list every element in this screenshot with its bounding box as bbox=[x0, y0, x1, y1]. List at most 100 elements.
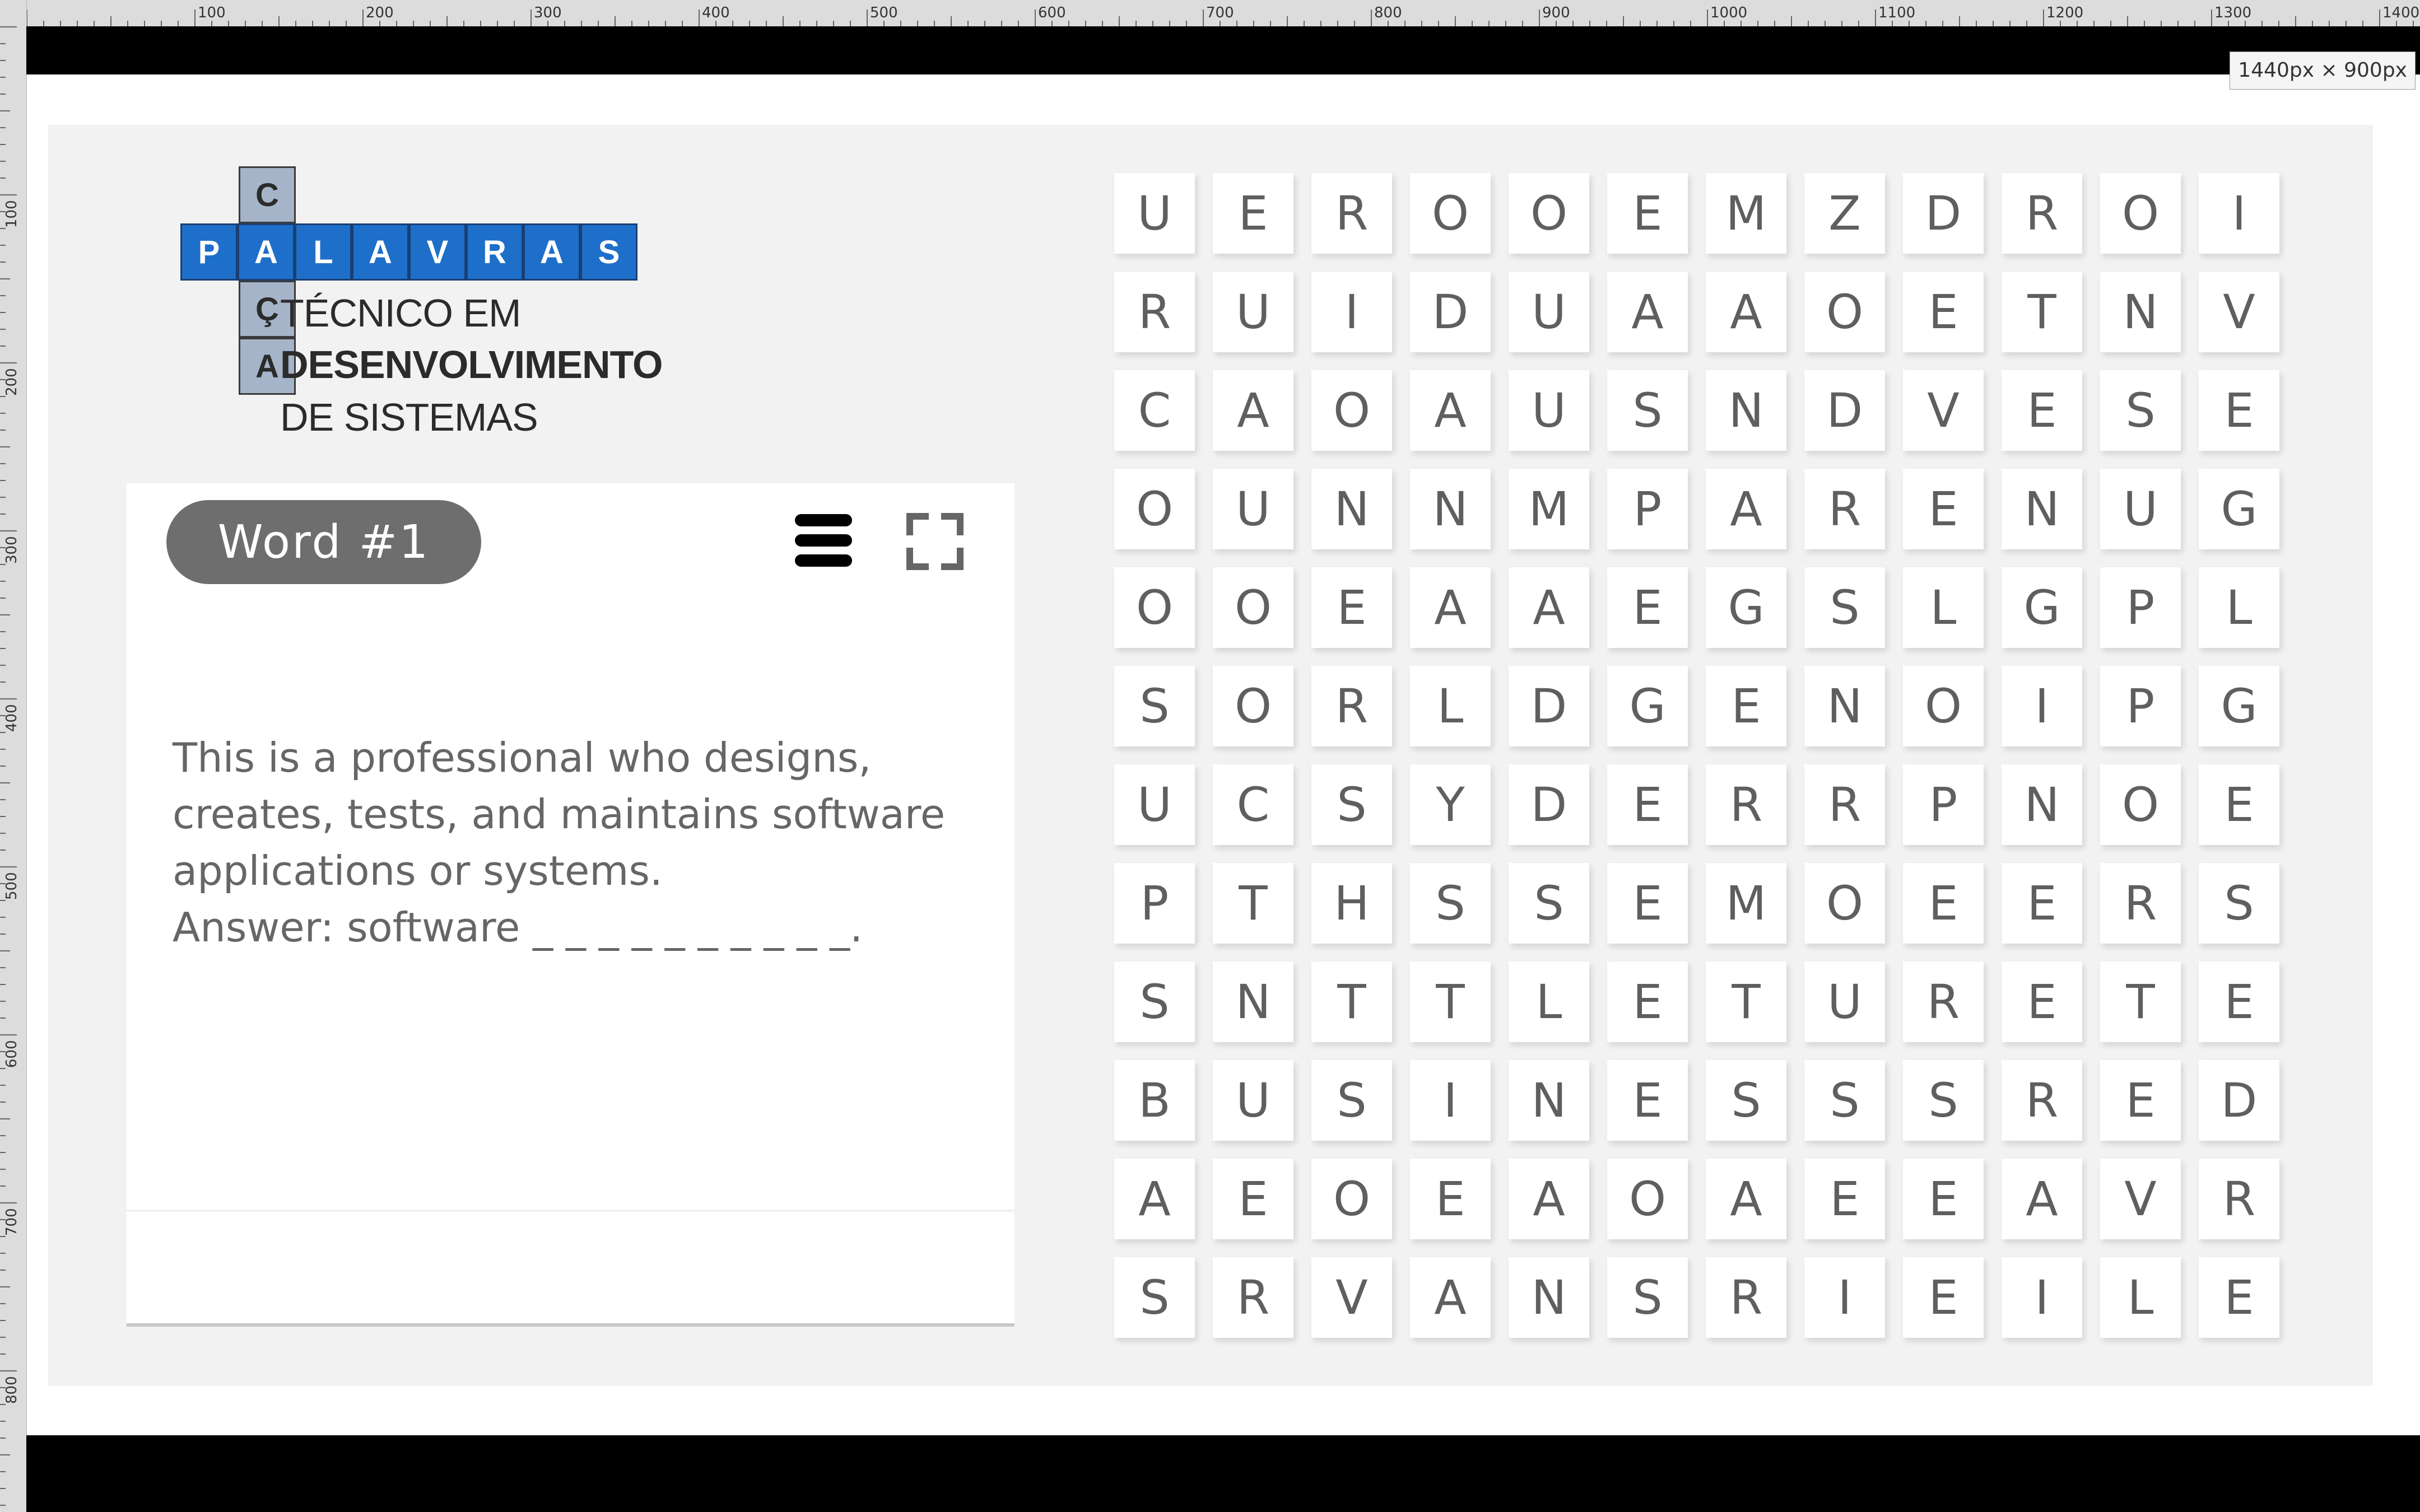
grid-cell[interactable]: I bbox=[2199, 173, 2279, 254]
grid-cell[interactable]: O bbox=[1410, 173, 1491, 254]
grid-cell[interactable]: D bbox=[1804, 370, 1885, 451]
grid-cell[interactable]: R bbox=[2002, 1060, 2082, 1141]
grid-cell[interactable]: T bbox=[1410, 962, 1491, 1042]
grid-cell[interactable]: S bbox=[1114, 962, 1195, 1042]
grid-cell[interactable]: E bbox=[1607, 173, 1688, 254]
grid-cell[interactable]: A bbox=[1213, 370, 1293, 451]
grid-cell[interactable]: I bbox=[2002, 666, 2082, 746]
grid-cell[interactable]: U bbox=[2100, 469, 2181, 549]
grid-cell[interactable]: O bbox=[1311, 370, 1392, 451]
grid-cell[interactable]: R bbox=[1706, 764, 1786, 845]
grid-cell[interactable]: D bbox=[1410, 272, 1491, 352]
grid-cell[interactable]: D bbox=[2199, 1060, 2279, 1141]
grid-cell[interactable]: S bbox=[1607, 370, 1688, 451]
grid-cell[interactable]: O bbox=[1311, 1159, 1392, 1239]
grid-cell[interactable]: S bbox=[1903, 1060, 1984, 1141]
grid-cell[interactable]: O bbox=[2100, 173, 2181, 254]
grid-cell[interactable]: N bbox=[2100, 272, 2181, 352]
grid-cell[interactable]: N bbox=[1311, 469, 1392, 549]
grid-cell[interactable]: D bbox=[1509, 764, 1589, 845]
grid-cell[interactable]: E bbox=[2199, 962, 2279, 1042]
grid-cell[interactable]: R bbox=[1311, 666, 1392, 746]
grid-cell[interactable]: R bbox=[2199, 1159, 2279, 1239]
grid-cell[interactable]: L bbox=[1410, 666, 1491, 746]
grid-cell[interactable]: N bbox=[2002, 469, 2082, 549]
grid-cell[interactable]: N bbox=[1410, 469, 1491, 549]
grid-cell[interactable]: T bbox=[1213, 863, 1293, 944]
grid-cell[interactable]: E bbox=[1804, 1159, 1885, 1239]
grid-cell[interactable]: E bbox=[2199, 764, 2279, 845]
grid-cell[interactable]: O bbox=[1607, 1159, 1688, 1239]
grid-cell[interactable]: Z bbox=[1804, 173, 1885, 254]
grid-cell[interactable]: N bbox=[2002, 764, 2082, 845]
grid-cell[interactable]: N bbox=[1213, 962, 1293, 1042]
grid-cell[interactable]: Y bbox=[1410, 764, 1491, 845]
grid-cell[interactable]: R bbox=[1114, 272, 1195, 352]
grid-cell[interactable]: M bbox=[1706, 863, 1786, 944]
grid-cell[interactable]: S bbox=[1114, 1257, 1195, 1338]
grid-cell[interactable]: R bbox=[2002, 173, 2082, 254]
grid-cell[interactable]: T bbox=[1706, 962, 1786, 1042]
grid-cell[interactable]: S bbox=[1311, 764, 1392, 845]
hamburger-menu-icon[interactable] bbox=[795, 512, 852, 569]
grid-cell[interactable]: R bbox=[1804, 764, 1885, 845]
grid-cell[interactable]: E bbox=[1607, 863, 1688, 944]
grid-cell[interactable]: A bbox=[2002, 1159, 2082, 1239]
grid-cell[interactable]: E bbox=[2002, 370, 2082, 451]
grid-cell[interactable]: A bbox=[1410, 1257, 1491, 1338]
grid-cell[interactable]: V bbox=[2199, 272, 2279, 352]
grid-cell[interactable]: U bbox=[1213, 469, 1293, 549]
grid-cell[interactable]: E bbox=[2100, 1060, 2181, 1141]
grid-cell[interactable]: P bbox=[1607, 469, 1688, 549]
grid-cell[interactable]: S bbox=[1114, 666, 1195, 746]
grid-cell[interactable]: R bbox=[1903, 962, 1984, 1042]
grid-cell[interactable]: R bbox=[1706, 1257, 1786, 1338]
grid-cell[interactable]: P bbox=[1114, 863, 1195, 944]
grid-cell[interactable]: S bbox=[1410, 863, 1491, 944]
grid-cell[interactable]: M bbox=[1706, 173, 1786, 254]
grid-cell[interactable]: A bbox=[1706, 1159, 1786, 1239]
fullscreen-icon[interactable] bbox=[906, 513, 964, 570]
grid-cell[interactable]: E bbox=[1607, 962, 1688, 1042]
grid-cell[interactable]: S bbox=[1804, 567, 1885, 648]
grid-cell[interactable]: L bbox=[1509, 962, 1589, 1042]
grid-cell[interactable]: H bbox=[1311, 863, 1392, 944]
grid-cell[interactable]: R bbox=[1311, 173, 1392, 254]
grid-cell[interactable]: O bbox=[1509, 173, 1589, 254]
grid-cell[interactable]: E bbox=[1706, 666, 1786, 746]
grid-cell[interactable]: E bbox=[1903, 469, 1984, 549]
grid-cell[interactable]: E bbox=[1903, 272, 1984, 352]
grid-cell[interactable]: S bbox=[2100, 370, 2181, 451]
grid-cell[interactable]: S bbox=[2199, 863, 2279, 944]
grid-cell[interactable]: U bbox=[1509, 272, 1589, 352]
grid-cell[interactable]: N bbox=[1509, 1257, 1589, 1338]
grid-cell[interactable]: G bbox=[2199, 666, 2279, 746]
grid-cell[interactable]: R bbox=[1213, 1257, 1293, 1338]
grid-cell[interactable]: V bbox=[2100, 1159, 2181, 1239]
grid-cell[interactable]: A bbox=[1509, 567, 1589, 648]
grid-cell[interactable]: I bbox=[1410, 1060, 1491, 1141]
grid-cell[interactable]: O bbox=[2100, 764, 2181, 845]
grid-cell[interactable]: P bbox=[2100, 666, 2181, 746]
grid-cell[interactable]: B bbox=[1114, 1060, 1195, 1141]
grid-cell[interactable]: U bbox=[1114, 173, 1195, 254]
grid-cell[interactable]: S bbox=[1607, 1257, 1688, 1338]
grid-cell[interactable]: P bbox=[2100, 567, 2181, 648]
grid-cell[interactable]: S bbox=[1804, 1060, 1885, 1141]
grid-cell[interactable]: L bbox=[2199, 567, 2279, 648]
grid-cell[interactable]: E bbox=[1607, 764, 1688, 845]
grid-cell[interactable]: U bbox=[1213, 272, 1293, 352]
grid-cell[interactable]: T bbox=[2002, 272, 2082, 352]
grid-cell[interactable]: T bbox=[1311, 962, 1392, 1042]
grid-cell[interactable]: P bbox=[1903, 764, 1984, 845]
grid-cell[interactable]: E bbox=[1311, 567, 1392, 648]
grid-cell[interactable]: E bbox=[1213, 1159, 1293, 1239]
grid-cell[interactable]: R bbox=[1804, 469, 1885, 549]
grid-cell[interactable]: E bbox=[2002, 863, 2082, 944]
grid-cell[interactable]: O bbox=[1114, 469, 1195, 549]
grid-cell[interactable]: V bbox=[1903, 370, 1984, 451]
grid-cell[interactable]: E bbox=[1903, 863, 1984, 944]
grid-cell[interactable]: O bbox=[1903, 666, 1984, 746]
grid-cell[interactable]: E bbox=[2199, 370, 2279, 451]
grid-cell[interactable]: O bbox=[1804, 272, 1885, 352]
